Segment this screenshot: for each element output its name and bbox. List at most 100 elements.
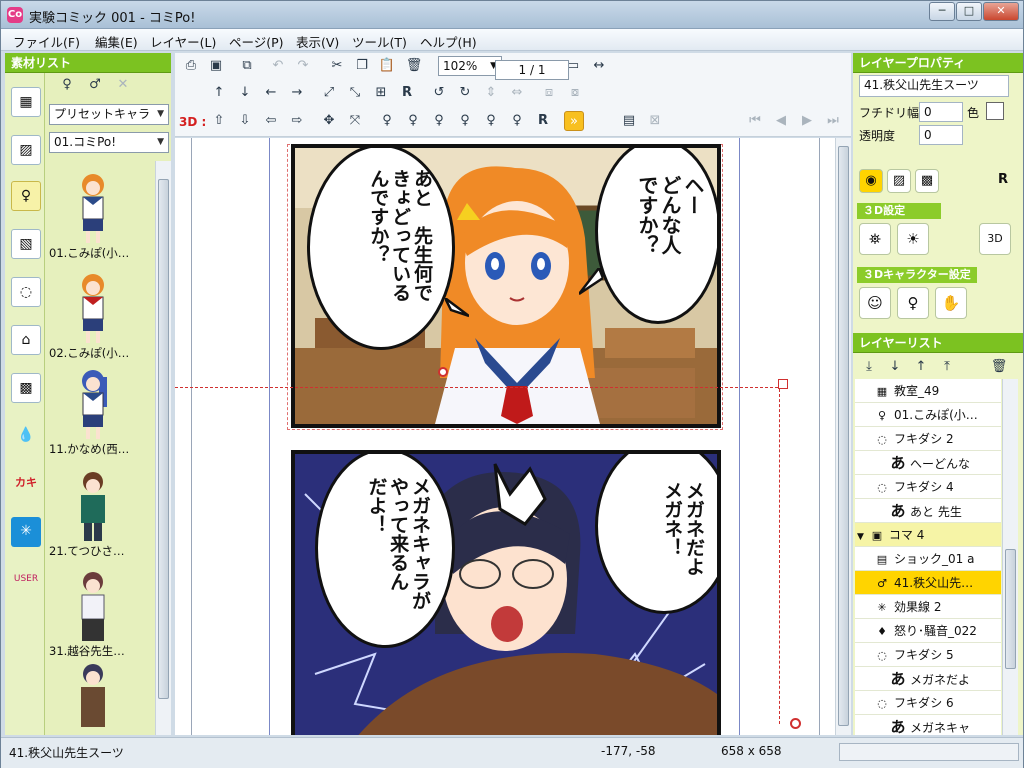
rotate-handle[interactable] [438,367,448,377]
move-up-icon[interactable]: ↑ [209,83,229,103]
user-material-category-icon[interactable]: USER [11,565,41,595]
comic-panel-1[interactable]: ヘー どんな人 ですか？ あと 先生何で きょどっている んですか？ [291,144,721,428]
move-down-icon[interactable]: ↓ [235,83,255,103]
3d-shrink-icon[interactable]: ⤧ [345,111,365,131]
copy-icon[interactable]: ❐ [352,56,372,76]
menu-layer[interactable]: レイヤー(L) [150,32,216,51]
scroll-thumb[interactable] [158,179,169,699]
fast-forward-icon[interactable]: » [564,111,584,131]
3d-character-category-icon[interactable]: ♀ [11,181,41,211]
opacity-input[interactable]: 0 [919,125,963,145]
expand-icon[interactable]: ▼ [857,532,864,542]
3d-move-left-icon[interactable]: ⇦ [261,111,281,131]
page-delete-icon[interactable]: ⊠ [645,111,665,131]
character-edit-icon[interactable]: ♂ [85,75,105,95]
scale-up-icon[interactable]: ⤢ [319,83,339,103]
bring-front-icon[interactable]: ⧈ [539,83,559,103]
face-expression-icon[interactable]: ☺ [859,287,891,319]
item-category-icon[interactable]: ▨ [11,135,41,165]
move-right-icon[interactable]: → [287,83,307,103]
rotate-left-icon[interactable]: ↺ [429,83,449,103]
layer-row[interactable]: ✳ 効果線 2 [855,595,1001,619]
paste-icon[interactable]: 📋 [377,56,397,76]
last-page-icon[interactable]: ⏭ [823,111,843,131]
resize-handle[interactable] [778,379,788,389]
lighting-icon[interactable]: ☀ [897,223,929,255]
layer-group-row[interactable]: ▼ ▣ コマ 4 [855,523,1001,547]
3d-char-lean-icon[interactable]: ♀ [455,111,475,131]
material-list-scrollbar[interactable] [155,161,171,735]
scroll-thumb[interactable] [838,146,849,726]
undo-icon[interactable]: ↶ [268,56,288,76]
layer-row[interactable]: ♦ 怒り･騒音_022 [855,619,1001,643]
layer-bottom-icon[interactable]: ⤓ [859,357,879,377]
3d-reset-icon[interactable]: R [533,111,553,131]
layer-row[interactable]: ◌ フキダシ 5 [855,643,1001,667]
drop-effect-category-icon[interactable]: 💧 [11,421,41,451]
onomatopoeia-category-icon[interactable]: カキ [11,469,41,499]
reset-properties-icon[interactable]: R [991,169,1015,193]
image-category-icon[interactable]: ⌂ [11,325,41,355]
layer-row[interactable]: あメガネキャ [855,715,1001,735]
fit-width-icon[interactable]: ↔ [589,56,609,76]
layer-row[interactable]: ◌ フキダシ 6 [855,691,1001,715]
zoom-select[interactable]: 102% ▼ [438,56,502,76]
save-icon[interactable]: ▣ [206,56,226,76]
close-button[interactable]: ✕ [983,2,1019,21]
speech-bubble[interactable]: あと 先生何で きょどっている んですか？ [307,148,455,350]
3d-char-rotate-icon[interactable]: ♀ [481,111,501,131]
reset-icon[interactable]: R [397,83,417,103]
layer-row[interactable]: ああと 先生 [855,499,1001,523]
page-indicator[interactable]: 1 / 1 [495,60,569,80]
layer-row[interactable]: ◌ フキダシ 4 [855,475,1001,499]
layer-row[interactable]: ▦ 教室_49 [855,379,1001,403]
first-page-icon[interactable]: ⏮ [745,111,765,131]
transparency-icon[interactable]: ▨ [887,169,911,193]
layer-row[interactable]: ♂ 41.秩父山先… [855,571,1001,595]
3d-char-turn-right-icon[interactable]: ♀ [403,111,423,131]
color-swatch[interactable] [986,102,1004,120]
eye-icon[interactable]: ◉ [859,169,883,193]
scroll-thumb[interactable] [1005,549,1016,669]
layer-row[interactable]: ▤ ショック_01 a [855,547,1001,571]
layer-up-icon[interactable]: ↑ [911,357,931,377]
3d-move-right-icon[interactable]: ⇨ [287,111,307,131]
pose-icon[interactable]: ♀ [897,287,929,319]
flip-horizontal-icon[interactable]: ⇔ [507,83,527,103]
canvas-scrollbar[interactable] [835,138,851,735]
layer-list-scrollbar[interactable] [1002,379,1018,735]
character-delete-icon[interactable]: ✕ [113,75,133,95]
menu-view[interactable]: 表示(V) [296,32,339,51]
minimize-button[interactable]: ─ [929,2,955,21]
layer-row[interactable]: あへーどんな [855,451,1001,475]
3d-char-tilt-icon[interactable]: ♀ [429,111,449,131]
flip-vertical-icon[interactable]: ⇕ [481,83,501,103]
character-set-dropdown[interactable]: 01.コミPo! ▼ [49,132,169,153]
menu-page[interactable]: ページ(P) [229,32,284,51]
menu-edit[interactable]: 編集(E) [95,32,138,51]
send-back-icon[interactable]: ⧇ [565,83,585,103]
scale-down-icon[interactable]: ⤡ [345,83,365,103]
speech-bubble-category-icon[interactable]: ◌ [11,277,41,307]
border-width-input[interactable]: 0 [919,102,963,122]
3d-char-turn-left-icon[interactable]: ♀ [377,111,397,131]
next-page-icon[interactable]: ▶ [797,111,817,131]
print-icon[interactable]: ⎙ [181,56,201,76]
camera-icon[interactable]: ⛯ [859,223,891,255]
layer-row[interactable]: ◌ フキダシ 2 [855,427,1001,451]
3d-char-spin-icon[interactable]: ♀ [507,111,527,131]
maximize-button[interactable]: □ [956,2,982,21]
layer-row[interactable]: あメガネだよ [855,667,1001,691]
fit-frame-icon[interactable]: ⊞ [371,83,391,103]
page-setup-icon[interactable]: ▤ [619,111,639,131]
layer-top-icon[interactable]: ⤒ [937,357,957,377]
menu-file[interactable]: ファイル(F) [13,32,80,51]
3d-move-up-icon[interactable]: ⇧ [209,111,229,131]
delete-icon[interactable]: 🗑 [404,56,424,76]
move-left-icon[interactable]: ← [261,83,281,103]
export-icon[interactable]: ⧉ [237,56,257,76]
layer-row[interactable]: ♀ 01.こみぽ(小… [855,403,1001,427]
3d-view-icon[interactable]: 3D [979,223,1011,255]
3d-item-category-icon[interactable]: ▧ [11,229,41,259]
3d-scale-icon[interactable]: ✥ [319,111,339,131]
